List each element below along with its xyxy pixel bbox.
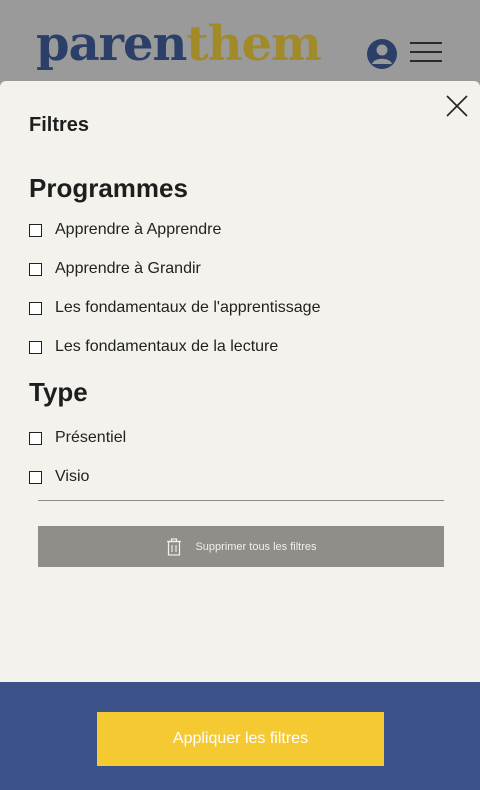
- checkbox[interactable]: [29, 431, 42, 445]
- filter-option-fondamentaux-apprentissage[interactable]: Les fondamentaux de l'apprentissage: [29, 298, 320, 318]
- filter-option-label: Visio: [55, 468, 90, 485]
- filter-option-label: Apprendre à Grandir: [55, 260, 201, 277]
- checkbox[interactable]: [29, 470, 42, 484]
- filter-option-label: Les fondamentaux de l'apprentissage: [55, 299, 321, 316]
- filter-option-label: Les fondamentaux de la lecture: [55, 338, 279, 355]
- drawer-title: Filtres: [29, 114, 90, 136]
- apply-filters-label: Appliquer les filtres: [172, 730, 309, 747]
- filter-option-presentiel[interactable]: Présentiel: [29, 428, 126, 448]
- checkbox[interactable]: [29, 262, 42, 276]
- drawer-footer: Appliquer les filtres: [0, 682, 480, 790]
- filter-option-apprendre-a-grandir[interactable]: Apprendre à Grandir: [29, 259, 201, 279]
- clear-all-filters-label: Supprimer tous les filtres: [195, 540, 317, 553]
- checkbox[interactable]: [29, 301, 42, 315]
- checkbox[interactable]: [29, 340, 42, 354]
- filter-option-label: Apprendre à Apprendre: [55, 221, 222, 238]
- clear-all-filters-button[interactable]: Supprimer tous les filtres: [38, 526, 444, 567]
- close-icon[interactable]: [444, 93, 470, 119]
- checkbox[interactable]: [29, 223, 42, 237]
- trash-icon: [165, 537, 183, 556]
- section-title-programmes: Programmes: [29, 173, 188, 203]
- section-title-type: Type: [29, 377, 88, 407]
- filter-option-fondamentaux-lecture[interactable]: Les fondamentaux de la lecture: [29, 337, 278, 357]
- apply-filters-button[interactable]: Appliquer les filtres: [97, 712, 384, 766]
- filter-option-visio[interactable]: Visio: [29, 467, 89, 487]
- filter-option-label: Présentiel: [55, 429, 127, 446]
- divider: [38, 500, 444, 501]
- hamburger-menu-icon[interactable]: [410, 42, 442, 66]
- user-avatar-icon[interactable]: [366, 38, 398, 70]
- logo-text-part1: paren: [36, 16, 187, 72]
- parenthem-logo[interactable]: parenthem: [36, 20, 322, 68]
- filter-option-apprendre-a-apprendre[interactable]: Apprendre à Apprendre: [29, 220, 221, 240]
- logo-text-part2: them: [186, 16, 321, 72]
